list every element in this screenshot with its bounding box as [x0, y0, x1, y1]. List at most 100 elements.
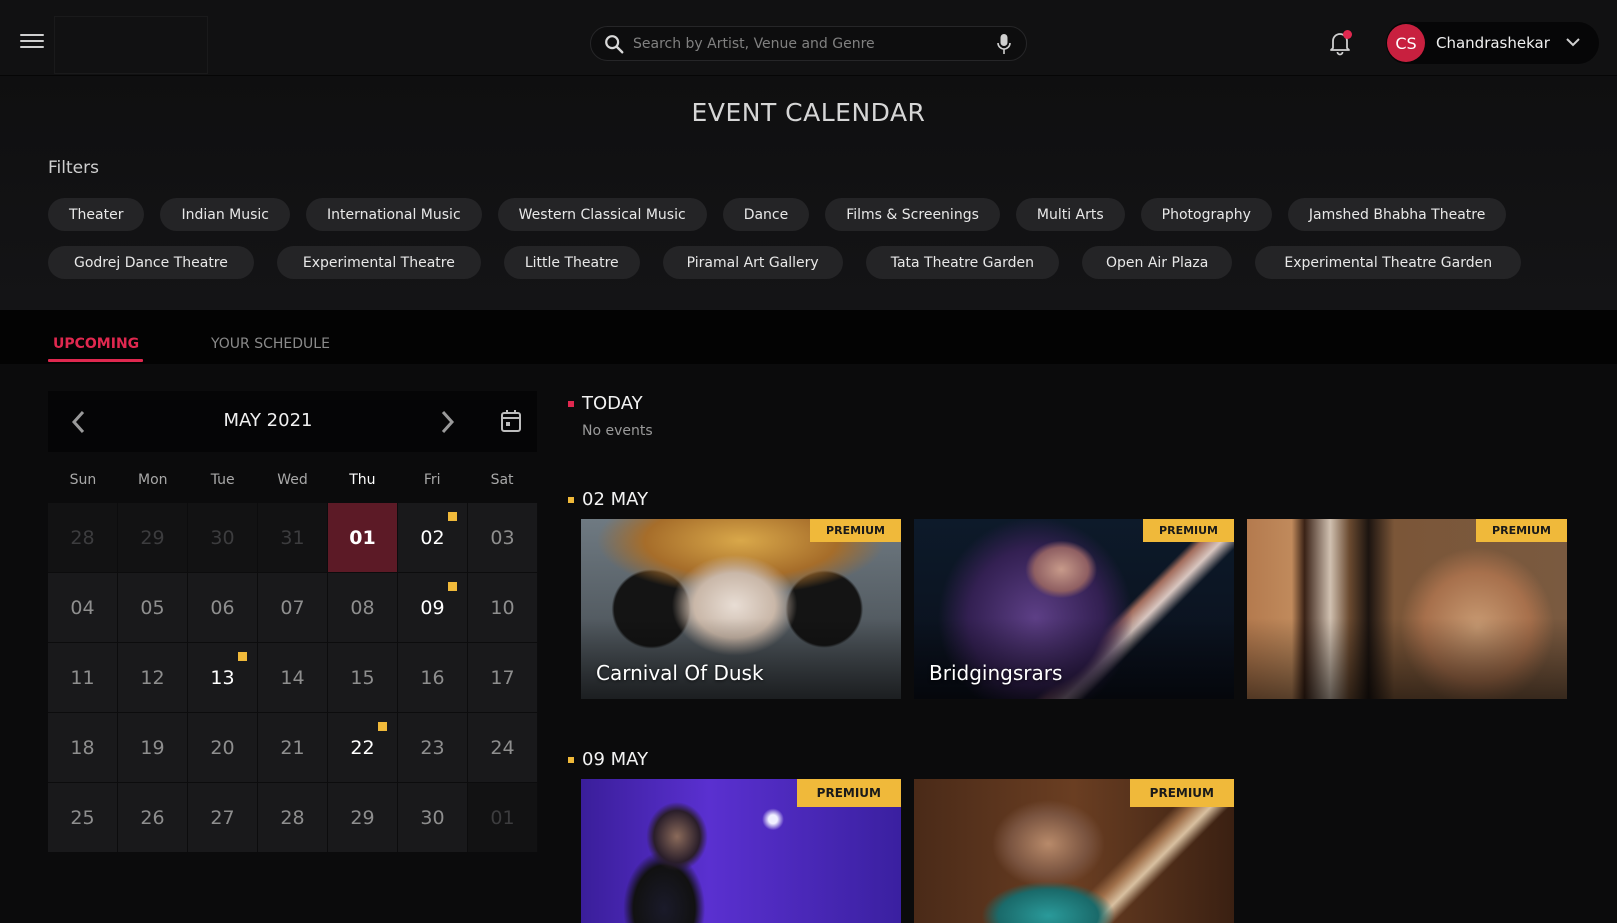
filter-chip[interactable]: Godrej Dance Theatre: [48, 246, 254, 279]
calendar-day[interactable]: 01: [468, 783, 537, 852]
calendar-day[interactable]: 13: [188, 643, 257, 712]
filter-chip[interactable]: Little Theatre: [503, 246, 640, 279]
tab-your-schedule[interactable]: YOUR SCHEDULE: [211, 336, 330, 352]
calendar-day[interactable]: 06: [188, 573, 257, 642]
calendar-day[interactable]: 09: [398, 573, 467, 642]
no-events-text: No events: [582, 423, 653, 439]
calendar-day[interactable]: 20: [188, 713, 257, 782]
calendar-day[interactable]: 26: [118, 783, 187, 852]
calendar-day[interactable]: 17: [468, 643, 537, 712]
calendar-day[interactable]: 23: [398, 713, 467, 782]
filter-chip[interactable]: Jamshed Bhabha Theatre: [1287, 198, 1507, 231]
filter-chip[interactable]: Tata Theatre Garden: [865, 246, 1059, 279]
event-title: Bridgingsrars: [929, 661, 1063, 685]
calendar-day-number: 10: [490, 596, 515, 619]
filter-chip[interactable]: Experimental Theatre: [276, 246, 481, 279]
event-marker: [238, 652, 247, 661]
event-marker: [568, 496, 574, 503]
calendar-day[interactable]: 08: [328, 573, 397, 642]
premium-badge: PREMIUM: [1129, 779, 1234, 807]
calendar-day[interactable]: 21: [258, 713, 327, 782]
calendar-day[interactable]: 10: [468, 573, 537, 642]
calendar-day-number: 12: [140, 666, 165, 689]
section-today: TODAY: [568, 393, 643, 414]
user-menu[interactable]: CS Chandrashekar: [1386, 22, 1599, 64]
filter-chip[interactable]: Films & Screenings: [825, 198, 1000, 231]
calendar-day-number: 01: [349, 526, 376, 549]
search-input[interactable]: [633, 27, 973, 60]
event-card[interactable]: PREMIUM Carnival Of Dusk: [581, 519, 901, 699]
weekday-label: Tue: [210, 472, 235, 488]
calendar-day[interactable]: 01: [328, 503, 397, 572]
page-title: EVENT CALENDAR: [691, 98, 926, 127]
calendar-icon[interactable]: [500, 409, 522, 433]
microphone-icon[interactable]: [996, 33, 1012, 55]
calendar-day-number: 24: [490, 736, 515, 759]
event-card[interactable]: PREMIUM: [581, 779, 901, 923]
calendar-day[interactable]: 04: [48, 573, 117, 642]
calendar-day[interactable]: 02: [398, 503, 467, 572]
search-bar: [590, 26, 1027, 61]
calendar-day[interactable]: 25: [48, 783, 117, 852]
calendar-day[interactable]: 31: [258, 503, 327, 572]
filter-chip[interactable]: Photography: [1140, 198, 1272, 231]
calendar-day[interactable]: 14: [258, 643, 327, 712]
filter-chip[interactable]: International Music: [306, 198, 482, 231]
calendar-day[interactable]: 29: [118, 503, 187, 572]
notifications-button[interactable]: [1328, 30, 1352, 56]
tab-upcoming[interactable]: UPCOMING: [53, 336, 139, 352]
event-card[interactable]: PREMIUM: [1247, 519, 1567, 699]
calendar-day[interactable]: 30: [188, 503, 257, 572]
avatar: CS: [1387, 24, 1425, 62]
calendar-day-number: 11: [70, 666, 95, 689]
filter-row-2: Godrej Dance Theatre Experimental Theatr…: [48, 246, 1522, 279]
calendar-day-number: 03: [490, 526, 515, 549]
calendar-day-number: 04: [70, 596, 95, 619]
premium-badge: PREMIUM: [796, 779, 901, 807]
logo-placeholder[interactable]: [54, 16, 208, 74]
calendar-month-label: MAY 2021: [223, 410, 313, 431]
section-title: 09 MAY: [582, 749, 649, 770]
menu-icon[interactable]: [20, 34, 44, 50]
event-card[interactable]: PREMIUM Bridgingsrars: [914, 519, 1234, 699]
filter-chip[interactable]: Western Classical Music: [497, 198, 707, 231]
calendar-day[interactable]: 30: [398, 783, 467, 852]
calendar-day-number: 28: [280, 806, 305, 829]
filter-chip[interactable]: Piramal Art Gallery: [662, 246, 843, 279]
calendar-day[interactable]: 28: [258, 783, 327, 852]
filter-chip[interactable]: Dance: [722, 198, 810, 231]
calendar-day-number: 31: [280, 526, 305, 549]
weekday-label: Sat: [490, 472, 514, 488]
premium-badge: PREMIUM: [810, 519, 901, 542]
event-marker: [448, 512, 457, 521]
filter-chip[interactable]: Experimental Theatre Garden: [1255, 246, 1522, 279]
calendar-day-number: 20: [210, 736, 235, 759]
calendar-day[interactable]: 19: [118, 713, 187, 782]
calendar-day[interactable]: 03: [468, 503, 537, 572]
calendar-day[interactable]: 29: [328, 783, 397, 852]
weekday-label: Sun: [69, 472, 97, 488]
calendar-day[interactable]: 28: [48, 503, 117, 572]
calendar-day[interactable]: 24: [468, 713, 537, 782]
calendar-day[interactable]: 16: [398, 643, 467, 712]
active-tab-indicator: [48, 359, 143, 362]
weekday-label: Mon: [138, 472, 168, 488]
calendar-day[interactable]: 15: [328, 643, 397, 712]
calendar-day[interactable]: 11: [48, 643, 117, 712]
search-icon: [605, 35, 624, 54]
filter-chip[interactable]: Indian Music: [160, 198, 290, 231]
filter-chip[interactable]: Open Air Plaza: [1081, 246, 1233, 279]
calendar-day-number: 22: [350, 736, 375, 759]
calendar-day[interactable]: 07: [258, 573, 327, 642]
calendar-day[interactable]: 27: [188, 783, 257, 852]
calendar-day[interactable]: 05: [118, 573, 187, 642]
chevron-right-icon[interactable]: [438, 409, 456, 435]
filter-chip[interactable]: Multi Arts: [1015, 198, 1125, 231]
section-title: TODAY: [582, 393, 643, 414]
calendar-day[interactable]: 22: [328, 713, 397, 782]
filter-chip[interactable]: Theater: [48, 198, 145, 231]
event-card[interactable]: PREMIUM: [914, 779, 1234, 923]
calendar-day[interactable]: 12: [118, 643, 187, 712]
calendar-day[interactable]: 18: [48, 713, 117, 782]
calendar-day-number: 26: [140, 806, 165, 829]
